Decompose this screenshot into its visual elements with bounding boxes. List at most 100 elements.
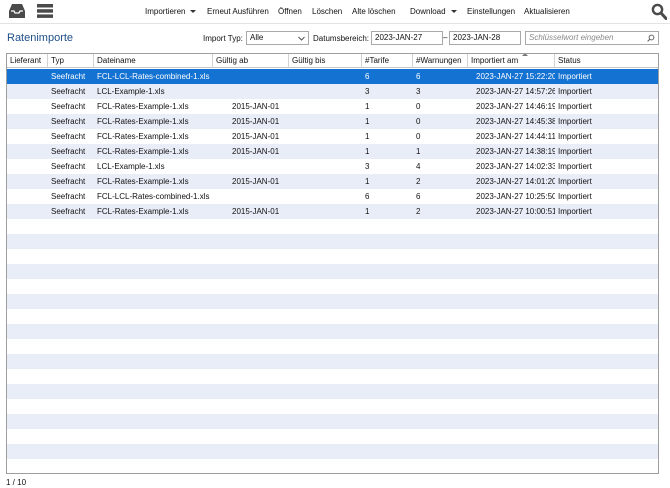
cell-gueltig-bis <box>289 114 362 129</box>
table-row[interactable]: Seefracht FCL-LCL-Rates-combined-1.xls 6 6 2… <box>7 69 658 84</box>
menu-erneut-ausfuehren[interactable]: Erneut Ausführen <box>207 0 269 24</box>
cell-dateiname: FCL-LCL-Rates-combined-1.xls <box>97 192 210 201</box>
cell-gueltig-ab: 2015-JAN-01 <box>232 207 280 216</box>
cell-lieferant <box>7 174 48 189</box>
list-menu-icon[interactable] <box>36 3 54 19</box>
cell-tarife: 1 <box>365 177 370 186</box>
empty-row <box>7 234 658 249</box>
cell-warnungen: 6 <box>416 72 421 81</box>
cell-lieferant <box>7 189 48 204</box>
table-row[interactable]: Seefracht FCL-Rates-Example-1.xls 2015-JAN… <box>7 174 658 189</box>
cell-lieferant <box>7 99 48 114</box>
date-to-input[interactable]: 2023-JAN-28 <box>449 31 521 45</box>
magnifier-icon[interactable] <box>647 34 655 42</box>
cell-lieferant <box>7 204 48 219</box>
empty-row <box>7 384 658 399</box>
cell-gueltig-bis <box>289 84 362 99</box>
cell-tarife: 1 <box>365 132 370 141</box>
column-header-dateiname[interactable]: Dateiname <box>94 54 213 68</box>
cell-gueltig-ab: 2015-JAN-01 <box>232 117 280 126</box>
cell-dateiname: FCL-Rates-Example-1.xls <box>97 132 189 141</box>
menu-oeffnen[interactable]: Öffnen <box>278 0 302 24</box>
column-header-tarife[interactable]: #Tarife <box>362 54 413 68</box>
cell-dateiname: LCL-Example-1.xls <box>97 87 165 96</box>
cell-lieferant <box>7 159 48 174</box>
import-type-label: Import Typ: <box>203 34 243 43</box>
inbox-icon[interactable] <box>8 3 26 19</box>
chevron-down-icon <box>450 10 457 14</box>
table-header: Lieferant Typ Dateiname Gültig ab Gültig bis… <box>7 54 658 68</box>
search-icon[interactable] <box>651 3 667 20</box>
cell-typ: Seefracht <box>51 147 86 156</box>
table-row[interactable]: Seefracht FCL-Rates-Example-1.xls 2015-JAN… <box>7 129 658 144</box>
column-header-gueltig-ab[interactable]: Gültig ab <box>213 54 289 68</box>
cell-typ: Seefracht <box>51 192 86 201</box>
cell-gueltig-bis <box>289 159 362 174</box>
column-header-typ[interactable]: Typ <box>48 54 94 68</box>
cell-dateiname: FCL-Rates-Example-1.xls <box>97 177 189 186</box>
table-row[interactable]: Seefracht FCL-Rates-Example-1.xls 2015-JAN… <box>7 114 658 129</box>
cell-gueltig-bis <box>289 144 362 159</box>
cell-importiert-am: 2023-JAN-27 14:01:20 <box>476 177 555 186</box>
keyword-search-input[interactable]: Schlüsselwort eingeben <box>525 31 659 45</box>
cell-warnungen: 4 <box>416 162 421 171</box>
date-range-label: Datumsbereich: <box>313 34 370 43</box>
cell-status: Importiert <box>558 132 592 141</box>
empty-row <box>7 339 658 354</box>
filter-bar: Ratenimporte Import Typ: Alle Datumsbere… <box>0 28 670 48</box>
cell-status: Importiert <box>558 87 592 96</box>
column-header-gueltig-bis[interactable]: Gültig bis <box>289 54 362 68</box>
column-header-importiert-am[interactable]: Importiert am <box>468 54 555 68</box>
empty-row <box>7 369 658 384</box>
cell-tarife: 1 <box>365 147 370 156</box>
toolbar: Importieren Erneut Ausführen Öffnen Lösc… <box>0 0 670 24</box>
cell-status: Importiert <box>558 177 592 186</box>
cell-tarife: 1 <box>365 207 370 216</box>
empty-row <box>7 414 658 429</box>
menu-aktualisieren[interactable]: Aktualisieren <box>524 0 570 24</box>
cell-tarife: 6 <box>365 72 370 81</box>
table-row[interactable]: Seefracht LCL-Example-1.xls 3 3 2023-JAN-27 … <box>7 84 658 99</box>
column-header-warnungen[interactable]: #Warnungen <box>413 54 468 68</box>
cell-typ: Seefracht <box>51 117 86 126</box>
imports-table[interactable]: Lieferant Typ Dateiname Gültig ab Gültig bis… <box>6 53 659 474</box>
table-row[interactable]: Seefracht FCL-LCL-Rates-combined-1.xls 6 6 2… <box>7 189 658 204</box>
table-row[interactable]: Seefracht LCL-Example-1.xls 3 4 2023-JAN-27 … <box>7 159 658 174</box>
cell-gueltig-ab <box>213 159 289 174</box>
cell-importiert-am: 2023-JAN-27 15:22:20 <box>476 72 555 81</box>
menu-einstellungen[interactable]: Einstellungen <box>467 0 515 24</box>
cell-gueltig-ab <box>213 189 289 204</box>
empty-row <box>7 264 658 279</box>
cell-status: Importiert <box>558 162 592 171</box>
table-row[interactable]: Seefracht FCL-Rates-Example-1.xls 2015-JAN… <box>7 204 658 219</box>
cell-gueltig-bis <box>289 174 362 189</box>
cell-status: Importiert <box>558 72 592 81</box>
cell-typ: Seefracht <box>51 72 86 81</box>
cell-importiert-am: 2023-JAN-27 14:38:19 <box>476 147 555 156</box>
cell-lieferant <box>7 114 48 129</box>
menu-importieren[interactable]: Importieren <box>145 0 197 24</box>
import-type-select[interactable]: Alle <box>246 31 309 45</box>
cell-gueltig-ab: 2015-JAN-01 <box>232 147 280 156</box>
date-separator: – <box>443 33 448 42</box>
column-header-lieferant[interactable]: Lieferant <box>7 54 48 68</box>
cell-tarife: 3 <box>365 162 370 171</box>
cell-importiert-am: 2023-JAN-27 14:44:11 <box>476 132 555 141</box>
column-header-status[interactable]: Status <box>555 54 658 68</box>
cell-warnungen: 0 <box>416 102 421 111</box>
empty-row <box>7 459 658 473</box>
cell-importiert-am: 2023-JAN-27 14:46:19 <box>476 102 555 111</box>
empty-row <box>7 444 658 459</box>
table-row[interactable]: Seefracht FCL-Rates-Example-1.xls 2015-JAN… <box>7 144 658 159</box>
cell-dateiname: LCL-Example-1.xls <box>97 162 165 171</box>
menu-alte-loeschen[interactable]: Alte löschen <box>352 0 396 24</box>
cell-gueltig-bis <box>289 69 362 84</box>
menu-download[interactable]: Download <box>410 0 457 24</box>
cell-tarife: 6 <box>365 192 370 201</box>
table-row[interactable]: Seefracht FCL-Rates-Example-1.xls 2015-JAN… <box>7 99 658 114</box>
cell-tarife: 1 <box>365 102 370 111</box>
date-from-input[interactable]: 2023-JAN-27 <box>371 31 443 45</box>
menu-loeschen[interactable]: Löschen <box>312 0 342 24</box>
cell-lieferant <box>7 84 48 99</box>
cell-dateiname: FCL-LCL-Rates-combined-1.xls <box>97 72 210 81</box>
